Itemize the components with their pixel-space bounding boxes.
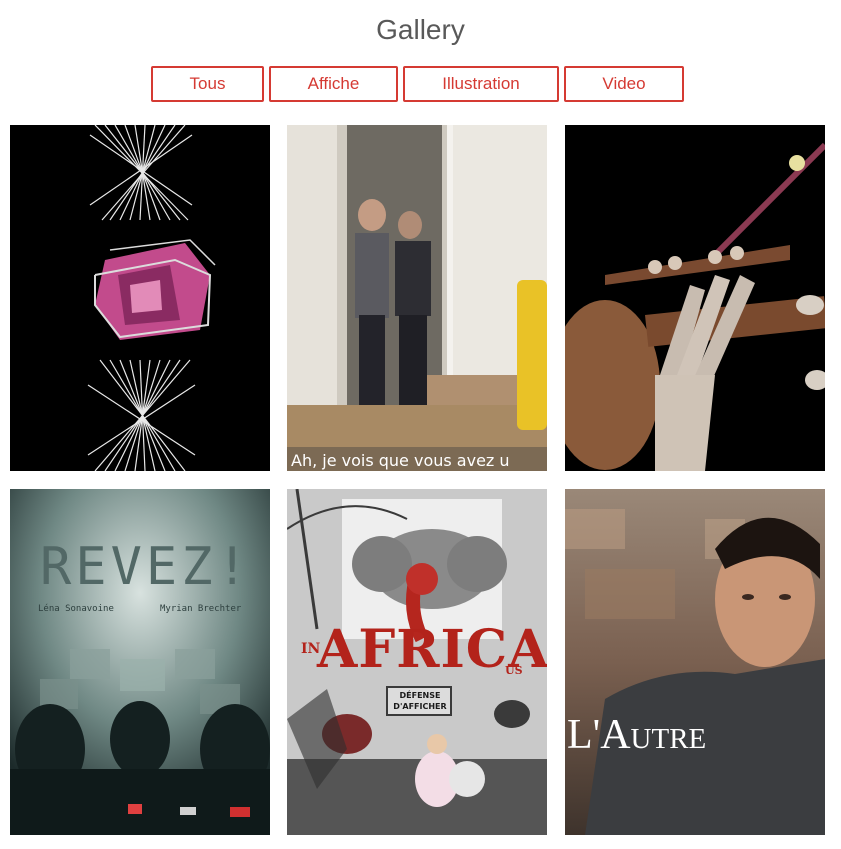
- poster-lautre-title: L'Autre: [567, 712, 707, 758]
- filter-button-tous[interactable]: Tous: [151, 66, 264, 102]
- filter-button-illustration[interactable]: Illustration: [403, 66, 559, 102]
- poster-africa-sign-line1: DÉFENSE: [399, 691, 441, 700]
- poster-revez-name-2: Myrian Brechter: [160, 604, 242, 614]
- gallery-item-illustration-ukulele[interactable]: [565, 125, 825, 471]
- filter-bar: Tous Affiche Illustration Video: [0, 66, 841, 106]
- poster-africa-suffix: US: [505, 664, 523, 677]
- gallery-title: Gallery: [376, 14, 465, 45]
- poster-lautre-image: [565, 489, 825, 835]
- gallery-item-poster-lautre[interactable]: L'Autre: [565, 489, 825, 835]
- illustration-ukulele-image: [565, 125, 825, 471]
- gallery-item-illustration-cube[interactable]: [10, 125, 270, 471]
- gallery-item-poster-africa[interactable]: IN AFRICA US DÉFENSE D'AFFICHER: [287, 489, 547, 835]
- video-thumbnail-image: [287, 125, 547, 471]
- gallery-item-video[interactable]: Ah, je vois que vous avez u: [287, 125, 547, 471]
- filter-button-affiche[interactable]: Affiche: [269, 66, 398, 102]
- poster-revez-title: REVEZ!: [40, 537, 252, 597]
- filter-button-video[interactable]: Video: [564, 66, 684, 102]
- poster-revez-name-1: Léna Sonavoine: [38, 604, 114, 614]
- illustration-cube-image: [10, 125, 270, 471]
- poster-africa-sign-line2: D'AFFICHER: [393, 702, 447, 711]
- video-subtitle-caption: Ah, je vois que vous avez u: [291, 451, 510, 470]
- gallery-item-poster-revez[interactable]: REVEZ! Léna Sonavoine Myrian Brechter: [10, 489, 270, 835]
